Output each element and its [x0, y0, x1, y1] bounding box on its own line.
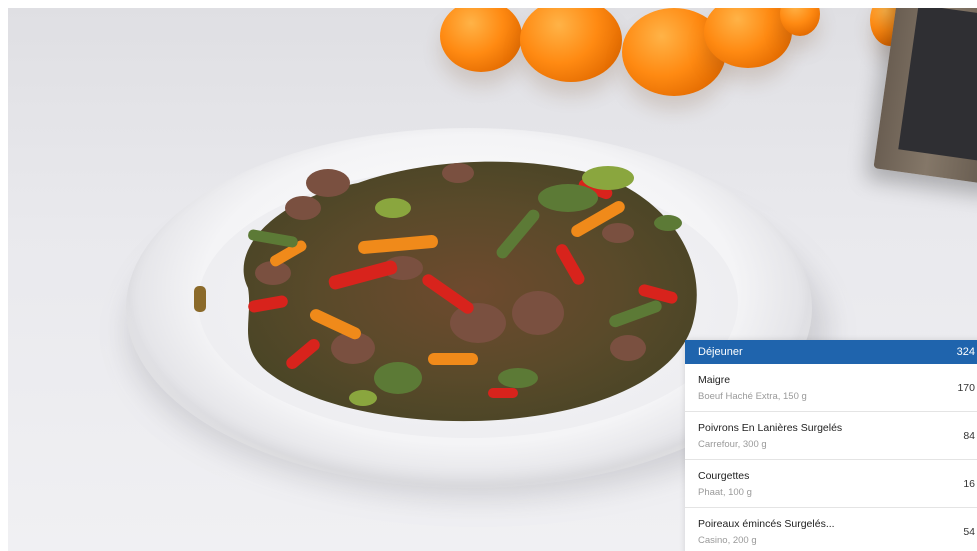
food-item-row[interactable]: Maigre Boeuf Haché Extra, 150 g 170 [685, 364, 977, 412]
food-item-name: Poivrons En Lanières Surgelés [698, 421, 843, 434]
food-item-detail: Boeuf Haché Extra, 150 g [698, 390, 807, 402]
food-item-name: Courgettes [698, 469, 750, 482]
meal-calorie-panel: Déjeuner 324 Maigre Boeuf Haché Extra, 1… [685, 340, 977, 551]
orange [440, 8, 522, 72]
orange [520, 8, 622, 82]
meal-title: Déjeuner [698, 346, 743, 358]
food-item-row[interactable]: Poireaux émincés Surgelés... Casino, 200… [685, 508, 977, 551]
food-item-row[interactable]: Courgettes Phaat, 100 g 16 [685, 460, 977, 508]
food-item-name: Poireaux émincés Surgelés... [698, 518, 835, 530]
food-item-calories: 16 [963, 477, 975, 490]
food-item-calories: 54 [963, 526, 975, 538]
food-item-name: Maigre [698, 373, 731, 386]
food-item-detail: Phaat, 100 g [698, 486, 752, 498]
food-item-detail: Carrefour, 300 g [698, 438, 767, 450]
food-photo: Déjeuner 324 Maigre Boeuf Haché Extra, 1… [8, 8, 977, 551]
food-item-detail: Casino, 200 g [698, 535, 757, 546]
screen: Déjeuner 324 Maigre Boeuf Haché Extra, 1… [0, 0, 977, 551]
meal-header[interactable]: Déjeuner 324 [685, 340, 977, 364]
meal-total-calories: 324 [956, 346, 975, 358]
stir-fry-food [194, 161, 697, 422]
food-item-row[interactable]: Poivrons En Lanières Surgelés Carrefour,… [685, 412, 977, 460]
food-item-calories: 84 [963, 429, 975, 442]
food-item-calories: 170 [957, 381, 975, 394]
